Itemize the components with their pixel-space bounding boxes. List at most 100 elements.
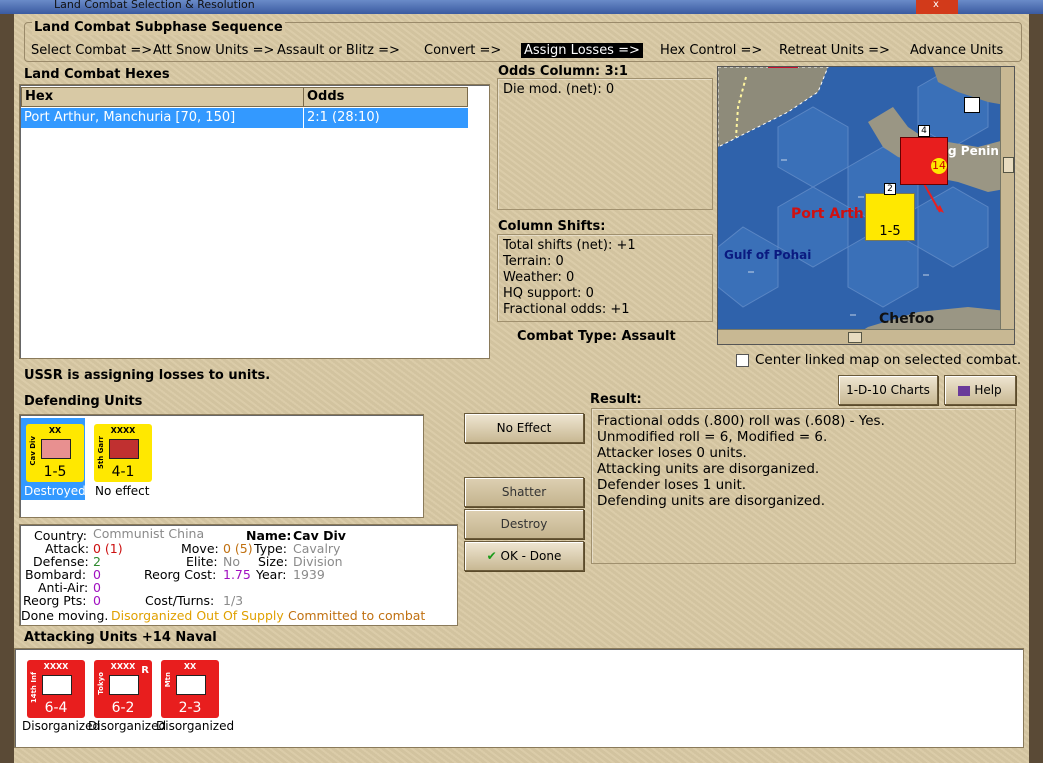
attacking-title: Attacking Units +14 Naval	[24, 630, 217, 645]
reserve-marker: R	[141, 665, 149, 676]
result-line-5: Defender loses 1 unit.	[597, 477, 747, 493]
die-mod-panel	[497, 78, 713, 210]
hex-cell: Port Arthur, Manchuria [70, 150]	[21, 108, 304, 128]
combat-type: Combat Type: Assault	[517, 329, 676, 344]
cost-turns-label: Cost/Turns:	[145, 593, 215, 608]
defending-title: Defending Units	[24, 394, 143, 409]
map-stack-count-top: 4	[918, 125, 930, 137]
help-button[interactable]: Help	[944, 375, 1016, 405]
defender-status-destroyed: Destroyed	[24, 484, 86, 498]
attacker-counter-mtn[interactable]: XX Mtn 2-3	[161, 660, 219, 718]
odds-column-header[interactable]: Odds	[303, 87, 468, 107]
result-line-4: Attacking units are disorganized.	[597, 461, 820, 477]
map-vscrollbar[interactable]	[1000, 67, 1014, 329]
column-shifts-title: Column Shifts:	[498, 219, 606, 234]
result-line-2: Unmodified roll = 6, Modified = 6.	[597, 429, 828, 445]
done-moving: Done moving.	[21, 608, 109, 623]
reorg-pts-label: Reorg Pts:	[23, 593, 87, 608]
map-label-peninsula: g Penin	[948, 144, 999, 158]
unit-size: XX	[183, 662, 197, 671]
close-button[interactable]: x	[916, 0, 958, 14]
map-label-chefoo: Chefoo	[879, 311, 935, 327]
seq-step-advance: Advance Units	[910, 43, 1004, 58]
reorg-pts-value: 0	[93, 593, 101, 608]
shift-total: Total shifts (net): +1	[503, 238, 636, 253]
shift-weather: Weather: 0	[503, 270, 575, 285]
ok-done-label: OK - Done	[500, 549, 562, 563]
unit-size: XXXX	[110, 426, 136, 435]
no-effect-button[interactable]: No Effect	[464, 413, 584, 443]
map-naval-marker: 14	[931, 158, 947, 174]
unit-value: 1-5	[43, 464, 67, 480]
die-mod-text: Die mod. (net): 0	[503, 82, 615, 97]
seq-step-assault-blitz: Assault or Blitz =>	[277, 43, 400, 58]
shift-terrain: Terrain: 0	[503, 254, 564, 269]
unit-value: 4-1	[111, 464, 135, 480]
defender-status-noeffect: No effect	[95, 484, 150, 498]
window-title: Land Combat Selection & Resolution	[54, 0, 255, 11]
help-book-icon	[958, 385, 971, 396]
linked-map[interactable]: 14 4 1-5 2 Port Arth Gulf of Pohai Chefo…	[717, 66, 1015, 345]
map-vscroll-thumb[interactable]	[1003, 157, 1014, 173]
garrison-symbol-icon	[109, 439, 139, 459]
odds-column-title: Odds Column: 3:1	[498, 64, 628, 79]
result-line-3: Attacker loses 0 units.	[597, 445, 747, 461]
unit-name: Cav Div	[29, 436, 37, 466]
map-hscrollbar[interactable]	[718, 329, 1014, 344]
flags-committed: Committed to combat	[288, 608, 426, 623]
result-line-1: Fractional odds (.800) roll was (.608) -…	[597, 413, 885, 429]
status-message: USSR is assigning losses to units.	[24, 368, 271, 383]
unit-value: 6-4	[44, 700, 68, 716]
result-line-6: Defending units are disorganized.	[597, 493, 825, 509]
close-icon: x	[933, 0, 939, 10]
unit-name: Mtn	[164, 672, 172, 688]
year-value: 1939	[293, 567, 325, 582]
map-label-port: Port Arth	[791, 206, 864, 222]
attacker-status-3: Disorganized	[156, 719, 235, 733]
reorg-cost-value: 1.75	[223, 567, 251, 582]
mountain-symbol-icon	[176, 675, 206, 695]
map-attacking-stack[interactable]: 14	[900, 137, 948, 185]
defender-counter-cavdiv[interactable]: XX Cav Div 1-5	[26, 424, 84, 482]
seq-step-att-snow: Att Snow Units =>	[153, 43, 275, 58]
checkmark-icon: ✔	[486, 549, 497, 563]
map-hscroll-thumb[interactable]	[848, 332, 862, 343]
attacker-counter-tokyo[interactable]: XXXX Tokyo R 6-2	[94, 660, 152, 718]
unit-name: 14th Inf	[30, 672, 38, 704]
seq-step-retreat: Retreat Units =>	[779, 43, 890, 58]
seq-step-select-combat: Select Combat =>	[31, 43, 153, 58]
result-title: Result:	[590, 392, 642, 407]
attacker-status-2: Disorganized	[88, 719, 167, 733]
map-stack-count-mid: 2	[884, 183, 896, 195]
militia-symbol-icon	[109, 675, 139, 695]
country-value: Communist China	[93, 526, 205, 541]
ok-done-button[interactable]: ✔ OK - Done	[464, 541, 584, 571]
airbase-icon	[964, 97, 980, 113]
seq-step-convert: Convert =>	[424, 43, 502, 58]
shift-hq: HQ support: 0	[503, 286, 594, 301]
sequence-title: Land Combat Subphase Sequence	[32, 20, 285, 35]
cost-turns-value: 1/3	[223, 593, 244, 608]
help-label: Help	[974, 383, 1002, 397]
odds-cell: 2:1 (28:10)	[303, 108, 468, 128]
map-defender-value: 1-5	[879, 224, 901, 239]
charts-button[interactable]: 1-D-10 Charts	[838, 375, 938, 405]
hex-column-header[interactable]: Hex	[21, 87, 304, 107]
shatter-button[interactable]: Shatter	[464, 477, 584, 507]
map-label-gulf: Gulf of Pohai	[724, 248, 812, 262]
defender-counter-garrison[interactable]: XXXX 5th Garr 4-1	[94, 424, 152, 482]
cavalry-symbol-icon	[41, 439, 71, 459]
center-linked-checkbox[interactable]	[736, 354, 749, 367]
map-defending-stack[interactable]: 1-5	[865, 193, 915, 241]
destroy-button[interactable]: Destroy	[464, 509, 584, 539]
unit-size: XX	[48, 426, 62, 435]
window-titlebar: Land Combat Selection & Resolution x	[0, 0, 1043, 14]
flags-supply: Disorganized Out Of Supply	[111, 608, 284, 623]
unit-size: XXXX	[43, 662, 69, 671]
infantry-symbol-icon	[42, 675, 72, 695]
seq-step-hex-control: Hex Control =>	[660, 43, 763, 58]
shift-fractional: Fractional odds: +1	[503, 302, 630, 317]
attacker-counter-14th-inf[interactable]: XXXX 14th Inf 6-4	[27, 660, 85, 718]
center-linked-label: Center linked map on selected combat.	[755, 352, 1022, 368]
unit-name: Tokyo	[97, 672, 105, 695]
